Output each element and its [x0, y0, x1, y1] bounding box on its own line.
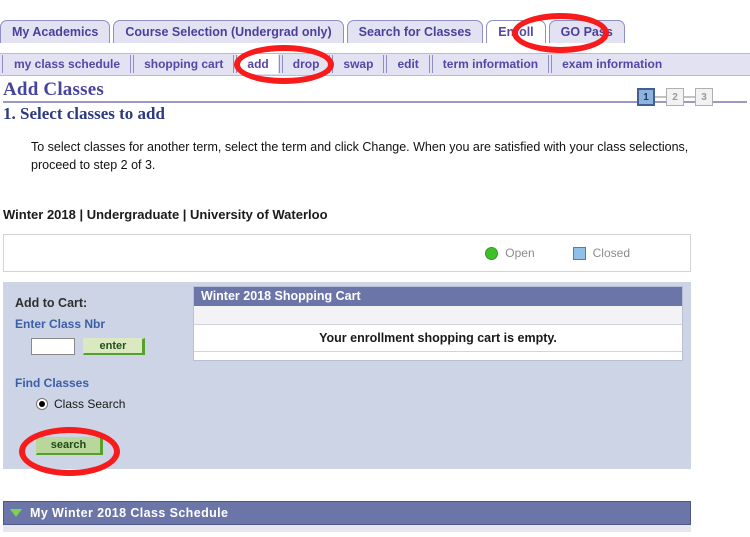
green-circle-icon — [485, 246, 499, 260]
step-indicator: 1 2 3 — [637, 88, 713, 106]
step-heading: 1. Select classes to add — [3, 104, 165, 123]
find-classes-heading: Find Classes — [15, 376, 90, 390]
tab-search-for-classes[interactable]: Search for Classes — [346, 20, 484, 43]
subtab-edit[interactable]: edit — [388, 54, 428, 74]
legend-closed: Closed — [572, 246, 630, 260]
shopping-cart-column-row — [194, 306, 682, 325]
step-indicator-2: 2 — [666, 88, 684, 106]
add-to-cart-heading: Add to Cart: — [15, 296, 88, 310]
blue-square-icon — [572, 246, 586, 260]
step-indicator-1: 1 — [637, 88, 655, 106]
legend-open: Open — [485, 246, 535, 260]
sub-tab-divider — [130, 55, 135, 73]
sub-tab-divider — [548, 55, 553, 73]
class-schedule-section-body — [3, 525, 691, 532]
shopping-cart-empty-message: Your enrollment shopping cart is empty. — [194, 325, 682, 352]
step-connector — [684, 96, 695, 98]
class-search-label: Class Search — [54, 397, 126, 411]
step-indicator-3: 3 — [695, 88, 713, 106]
shopping-cart-table: Winter 2018 Shopping Cart Your enrollmen… — [193, 286, 683, 361]
tab-enroll[interactable]: Enroll — [486, 20, 546, 43]
term-career-institution-line: Winter 2018 | Undergraduate | University… — [3, 207, 328, 222]
enter-button[interactable]: enter — [83, 338, 145, 355]
status-legend: Open Closed — [3, 234, 691, 272]
sub-tab-divider — [428, 55, 433, 73]
subtab-add[interactable]: add — [238, 54, 278, 74]
instructions-text: To select classes for another term, sele… — [31, 140, 689, 172]
sub-tab-divider — [278, 55, 283, 73]
legend-open-label: Open — [505, 246, 535, 260]
tab-course-selection[interactable]: Course Selection (Undergrad only) — [113, 20, 344, 43]
subtab-exam-information[interactable]: exam information — [553, 54, 672, 74]
class-nbr-row: enter — [31, 338, 145, 355]
class-schedule-section-title: My Winter 2018 Class Schedule — [30, 506, 229, 520]
step-connector — [655, 96, 666, 98]
search-button[interactable]: search — [36, 437, 103, 455]
tab-go-pass[interactable]: GO Pass — [548, 20, 625, 43]
title-divider — [3, 101, 747, 103]
sub-tab-divider — [233, 55, 238, 73]
triangle-down-icon[interactable] — [10, 509, 22, 517]
sub-tab-divider — [2, 55, 3, 73]
sub-tab-divider — [329, 55, 334, 73]
legend-closed-label: Closed — [592, 246, 630, 260]
subtab-shopping-cart[interactable]: shopping cart — [135, 54, 233, 74]
class-search-option[interactable]: Class Search — [36, 397, 125, 411]
class-nbr-input[interactable] — [31, 338, 75, 355]
main-tab-bar: My Academics Course Selection (Undergrad… — [0, 16, 750, 43]
tab-my-academics[interactable]: My Academics — [0, 20, 111, 43]
sub-tab-divider — [383, 55, 388, 73]
sub-tab-bar: my class schedule shopping cart add drop… — [0, 53, 750, 76]
shopping-cart-header: Winter 2018 Shopping Cart — [194, 287, 682, 306]
subtab-swap[interactable]: swap — [334, 54, 383, 74]
subtab-term-information[interactable]: term information — [433, 54, 548, 74]
add-classes-panel: Add to Cart: Enter Class Nbr enter Find … — [3, 282, 691, 469]
subtab-drop[interactable]: drop — [283, 54, 329, 74]
page-title: Add Classes — [3, 79, 104, 100]
subtab-my-class-schedule[interactable]: my class schedule — [5, 54, 130, 74]
class-search-radio[interactable] — [36, 398, 48, 410]
shopping-cart-footer-row — [194, 352, 682, 360]
class-schedule-section-header[interactable]: My Winter 2018 Class Schedule — [3, 501, 691, 525]
enter-class-nbr-label: Enter Class Nbr — [15, 317, 106, 331]
